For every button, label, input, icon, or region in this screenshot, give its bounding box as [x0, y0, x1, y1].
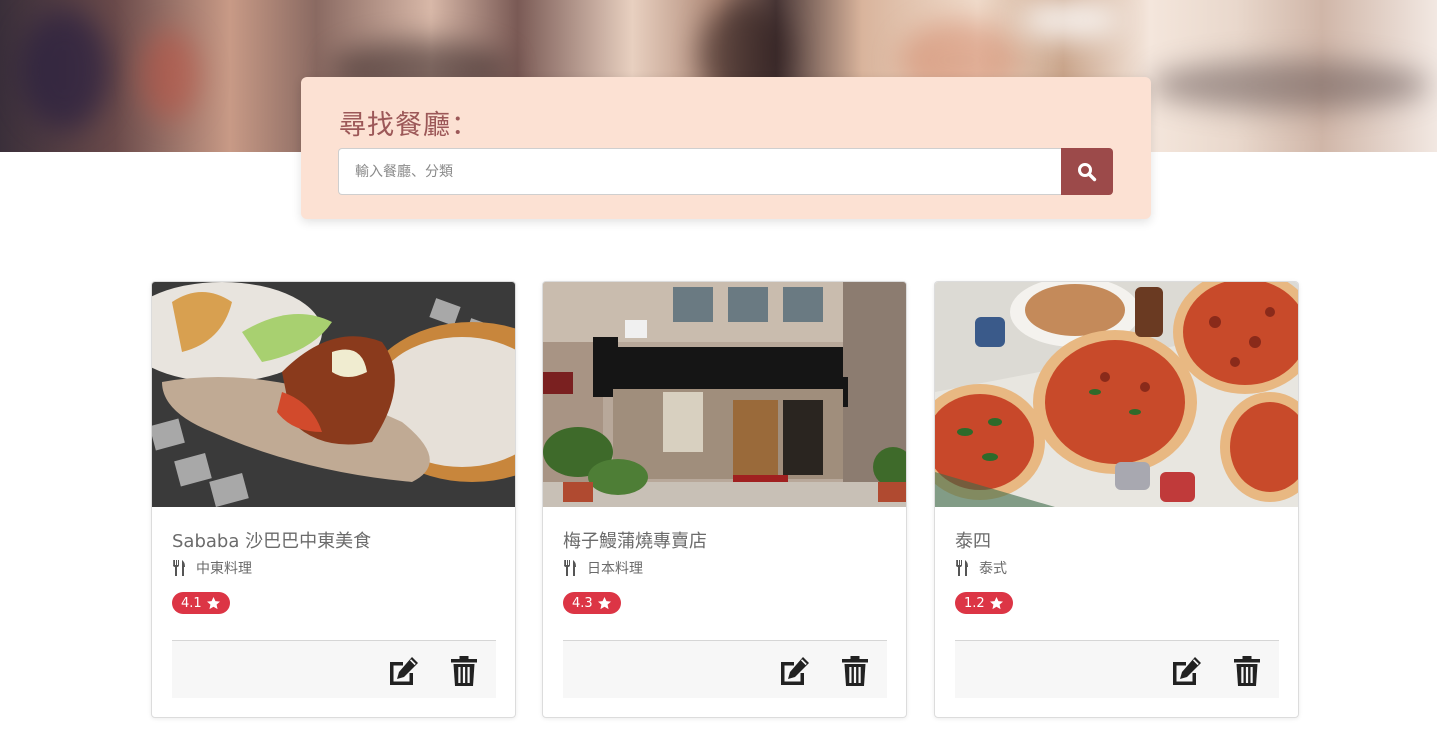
category-label: 日本料理	[587, 561, 643, 577]
restaurant-image[interactable]	[152, 282, 515, 507]
restaurant-name[interactable]: 泰四	[955, 527, 991, 553]
category-label: 泰式	[979, 561, 1007, 577]
restaurant-category: 泰式	[955, 558, 1007, 578]
search-input[interactable]	[338, 148, 1062, 195]
edit-icon	[390, 657, 418, 685]
restaurant-card[interactable]: 梅子鰻蒲燒專賣店 日本料理 4.3	[542, 281, 907, 718]
restaurant-card[interactable]: 泰四 泰式 1.2	[934, 281, 1299, 718]
category-label: 中東料理	[196, 561, 252, 577]
utensils-icon	[956, 560, 968, 576]
search-icon	[1078, 162, 1097, 181]
search-button[interactable]	[1061, 148, 1113, 195]
card-actions	[955, 640, 1279, 698]
search-panel: 尋找餐廳：	[301, 77, 1151, 219]
trash-icon	[1234, 656, 1260, 686]
utensils-icon	[173, 560, 185, 576]
rating-badge: 4.3	[563, 592, 621, 614]
card-actions	[563, 640, 887, 698]
restaurant-image[interactable]	[543, 282, 906, 507]
search-title: 尋找餐廳：	[339, 110, 479, 141]
utensils-icon	[564, 560, 576, 576]
star-icon	[206, 596, 220, 609]
rating-badge: 1.2	[955, 592, 1013, 614]
delete-button[interactable]	[451, 655, 477, 687]
restaurant-category: 中東料理	[172, 558, 252, 578]
rating-value: 1.2	[964, 595, 985, 611]
star-icon	[989, 596, 1003, 609]
edit-icon	[781, 657, 809, 685]
card-actions	[172, 640, 496, 698]
delete-button[interactable]	[842, 655, 868, 687]
edit-button[interactable]	[778, 655, 812, 687]
rating-badge: 4.1	[172, 592, 230, 614]
edit-button[interactable]	[1170, 655, 1204, 687]
star-icon	[597, 596, 611, 609]
restaurant-name[interactable]: Sababa 沙巴巴中東美食	[172, 527, 371, 553]
trash-icon	[451, 656, 477, 686]
delete-button[interactable]	[1234, 655, 1260, 687]
restaurant-category: 日本料理	[563, 558, 643, 578]
restaurant-image[interactable]	[935, 282, 1298, 507]
rating-value: 4.3	[572, 595, 593, 611]
trash-icon	[842, 656, 868, 686]
edit-button[interactable]	[387, 655, 421, 687]
restaurant-name[interactable]: 梅子鰻蒲燒專賣店	[563, 527, 707, 553]
edit-icon	[1173, 657, 1201, 685]
rating-value: 4.1	[181, 595, 202, 611]
restaurant-card[interactable]: Sababa 沙巴巴中東美食 中東料理 4.1	[151, 281, 516, 718]
